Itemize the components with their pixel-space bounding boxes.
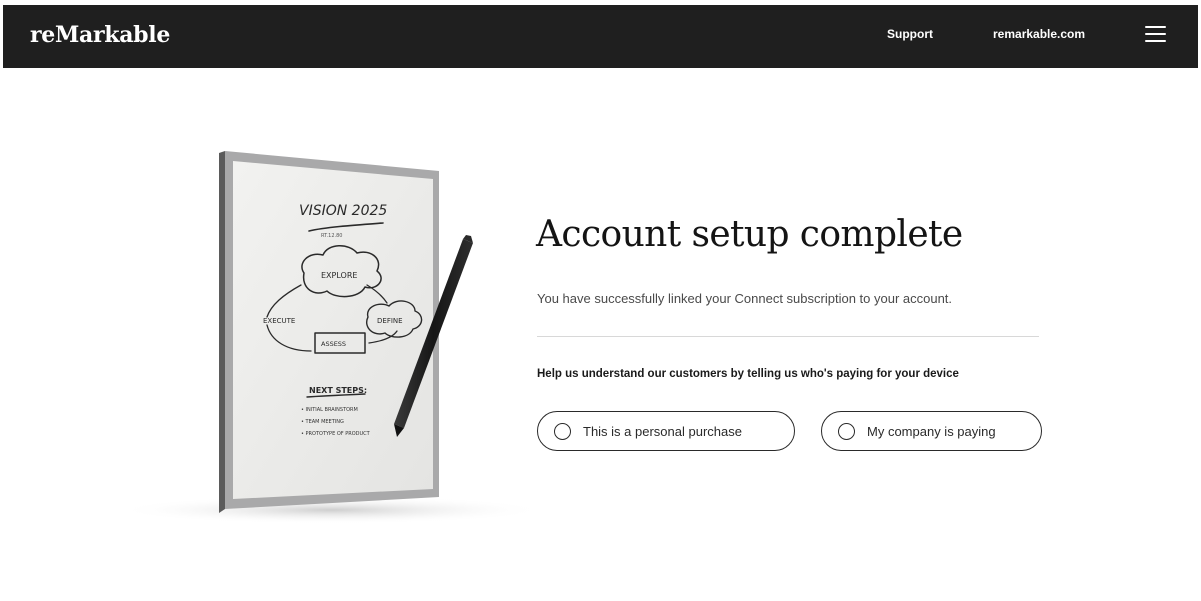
sketch-node-execute: EXECUTE	[263, 317, 295, 325]
top-navigation-bar: reMarkable Support remarkable.com	[3, 5, 1198, 68]
radio-circle-icon[interactable]	[554, 422, 571, 440]
personal-purchase-label: This is a personal purchase	[583, 423, 742, 439]
remarkable-logo[interactable]: reMarkable	[30, 22, 170, 48]
radio-circle-icon[interactable]	[838, 422, 855, 440]
support-link[interactable]: Support	[887, 27, 933, 41]
tablet-illustration: VISION 2025 RT.12.80 EXPLORE EXECUTE DEF…	[121, 151, 546, 524]
page-title: Account setup complete	[536, 214, 963, 255]
sketch-title: VISION 2025	[299, 203, 387, 219]
company-paying-option[interactable]: My company is paying	[821, 411, 1042, 451]
divider	[537, 336, 1039, 337]
payer-question: Help us understand our customers by tell…	[537, 368, 959, 380]
sketch-node-explore: EXPLORE	[321, 271, 357, 280]
remarkable-com-link[interactable]: remarkable.com	[993, 27, 1085, 41]
sketch-next-steps-heading: NEXT STEPS:	[309, 386, 367, 395]
tablet-edge	[219, 151, 225, 513]
sketch-subtitle: RT.12.80	[321, 233, 342, 239]
personal-purchase-option[interactable]: This is a personal purchase	[537, 411, 795, 451]
page: reMarkable Support remarkable.com VISION…	[3, 5, 1198, 601]
sketch-node-assess: ASSESS	[321, 340, 346, 348]
sketch-next-step-2: • TEAM MEETING	[301, 419, 344, 425]
hamburger-menu-icon[interactable]	[1141, 22, 1171, 48]
sketch-node-define: DEFINE	[377, 317, 403, 325]
sketch-next-step-1: • INITIAL BRAINSTORM	[301, 407, 358, 413]
success-message: You have successfully linked your Connec…	[537, 291, 953, 306]
company-paying-label: My company is paying	[867, 423, 996, 439]
sketch-next-step-3: • PROTOTYPE OF PRODUCT	[301, 431, 371, 437]
